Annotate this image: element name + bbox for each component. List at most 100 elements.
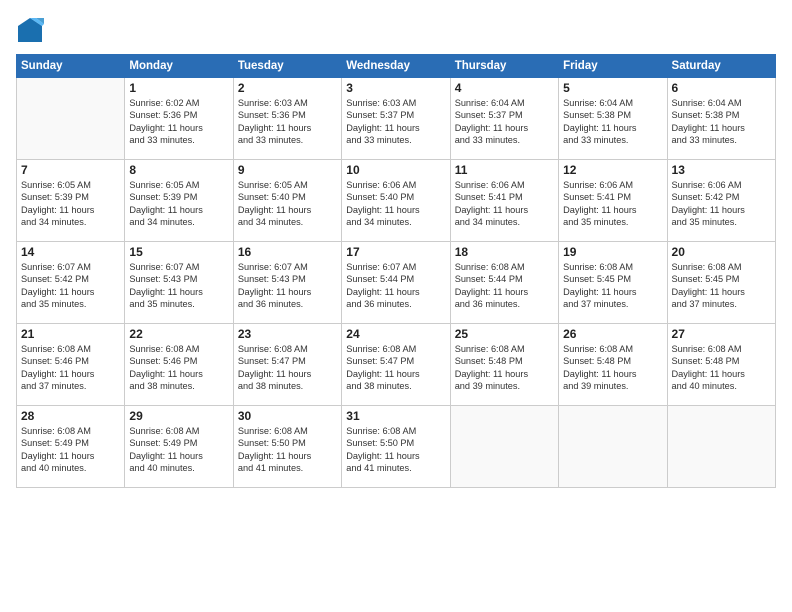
day-cell: 23Sunrise: 6:08 AMSunset: 5:47 PMDayligh… bbox=[233, 324, 341, 406]
cell-info-line: Sunrise: 6:08 AM bbox=[346, 425, 445, 437]
cell-info-line: Sunrise: 6:08 AM bbox=[129, 425, 228, 437]
day-number: 17 bbox=[346, 245, 445, 259]
cell-info-line: Sunrise: 6:08 AM bbox=[672, 261, 771, 273]
cell-info-line: Daylight: 11 hours bbox=[21, 368, 120, 380]
cell-info-line: Sunrise: 6:06 AM bbox=[455, 179, 554, 191]
cell-info-line: Daylight: 11 hours bbox=[455, 122, 554, 134]
day-cell: 26Sunrise: 6:08 AMSunset: 5:48 PMDayligh… bbox=[559, 324, 667, 406]
cell-info-line: Sunset: 5:43 PM bbox=[129, 273, 228, 285]
cell-info-line: Sunrise: 6:04 AM bbox=[672, 97, 771, 109]
day-number: 2 bbox=[238, 81, 337, 95]
day-number: 18 bbox=[455, 245, 554, 259]
cell-info-line: Daylight: 11 hours bbox=[21, 286, 120, 298]
cell-info-line: Sunrise: 6:05 AM bbox=[21, 179, 120, 191]
day-number: 9 bbox=[238, 163, 337, 177]
cell-info-line: and 38 minutes. bbox=[129, 380, 228, 392]
day-number: 27 bbox=[672, 327, 771, 341]
cell-info-line: Daylight: 11 hours bbox=[238, 122, 337, 134]
cell-info-line: Sunset: 5:36 PM bbox=[238, 109, 337, 121]
cell-info-line: Daylight: 11 hours bbox=[455, 204, 554, 216]
cell-info-line: Sunset: 5:41 PM bbox=[455, 191, 554, 203]
cell-info-line: Sunset: 5:43 PM bbox=[238, 273, 337, 285]
cell-info-line: Daylight: 11 hours bbox=[672, 204, 771, 216]
cell-info-line: Sunrise: 6:08 AM bbox=[238, 425, 337, 437]
day-number: 24 bbox=[346, 327, 445, 341]
day-cell: 21Sunrise: 6:08 AMSunset: 5:46 PMDayligh… bbox=[17, 324, 125, 406]
day-cell: 1Sunrise: 6:02 AMSunset: 5:36 PMDaylight… bbox=[125, 78, 233, 160]
cell-info-line: Sunrise: 6:08 AM bbox=[21, 343, 120, 355]
day-cell: 13Sunrise: 6:06 AMSunset: 5:42 PMDayligh… bbox=[667, 160, 775, 242]
weekday-header-thursday: Thursday bbox=[450, 55, 558, 78]
cell-info-line: Daylight: 11 hours bbox=[455, 286, 554, 298]
day-cell bbox=[17, 78, 125, 160]
week-row-5: 28Sunrise: 6:08 AMSunset: 5:49 PMDayligh… bbox=[17, 406, 776, 488]
calendar: SundayMondayTuesdayWednesdayThursdayFrid… bbox=[16, 54, 776, 488]
day-cell bbox=[667, 406, 775, 488]
weekday-header-row: SundayMondayTuesdayWednesdayThursdayFrid… bbox=[17, 55, 776, 78]
day-number: 14 bbox=[21, 245, 120, 259]
day-number: 13 bbox=[672, 163, 771, 177]
cell-info-line: Sunset: 5:44 PM bbox=[346, 273, 445, 285]
cell-info-line: Daylight: 11 hours bbox=[563, 286, 662, 298]
logo bbox=[16, 16, 48, 44]
day-number: 11 bbox=[455, 163, 554, 177]
cell-info-line: and 34 minutes. bbox=[129, 216, 228, 228]
cell-info-line: and 36 minutes. bbox=[346, 298, 445, 310]
cell-info-line: Sunset: 5:49 PM bbox=[21, 437, 120, 449]
cell-info-line: Sunrise: 6:08 AM bbox=[129, 343, 228, 355]
cell-info-line: and 39 minutes. bbox=[455, 380, 554, 392]
day-number: 21 bbox=[21, 327, 120, 341]
cell-info-line: Daylight: 11 hours bbox=[238, 204, 337, 216]
cell-info-line: Daylight: 11 hours bbox=[563, 204, 662, 216]
cell-info-line: and 36 minutes. bbox=[238, 298, 337, 310]
cell-info-line: and 33 minutes. bbox=[563, 134, 662, 146]
cell-info-line: Sunrise: 6:07 AM bbox=[238, 261, 337, 273]
weekday-header-saturday: Saturday bbox=[667, 55, 775, 78]
week-row-1: 1Sunrise: 6:02 AMSunset: 5:36 PMDaylight… bbox=[17, 78, 776, 160]
cell-info-line: and 37 minutes. bbox=[672, 298, 771, 310]
cell-info-line: Sunrise: 6:03 AM bbox=[238, 97, 337, 109]
cell-info-line: Daylight: 11 hours bbox=[21, 450, 120, 462]
day-number: 30 bbox=[238, 409, 337, 423]
day-number: 6 bbox=[672, 81, 771, 95]
cell-info-line: and 38 minutes. bbox=[238, 380, 337, 392]
logo-icon bbox=[16, 16, 44, 44]
cell-info-line: and 33 minutes. bbox=[455, 134, 554, 146]
day-cell: 28Sunrise: 6:08 AMSunset: 5:49 PMDayligh… bbox=[17, 406, 125, 488]
day-number: 19 bbox=[563, 245, 662, 259]
cell-info-line: Sunrise: 6:07 AM bbox=[21, 261, 120, 273]
cell-info-line: Sunset: 5:38 PM bbox=[563, 109, 662, 121]
day-cell: 7Sunrise: 6:05 AMSunset: 5:39 PMDaylight… bbox=[17, 160, 125, 242]
cell-info-line: and 37 minutes. bbox=[563, 298, 662, 310]
cell-info-line: and 35 minutes. bbox=[21, 298, 120, 310]
day-cell: 5Sunrise: 6:04 AMSunset: 5:38 PMDaylight… bbox=[559, 78, 667, 160]
cell-info-line: Daylight: 11 hours bbox=[129, 450, 228, 462]
cell-info-line: and 36 minutes. bbox=[455, 298, 554, 310]
cell-info-line: and 37 minutes. bbox=[21, 380, 120, 392]
cell-info-line: Sunrise: 6:07 AM bbox=[129, 261, 228, 273]
day-cell: 25Sunrise: 6:08 AMSunset: 5:48 PMDayligh… bbox=[450, 324, 558, 406]
weekday-header-tuesday: Tuesday bbox=[233, 55, 341, 78]
cell-info-line: and 35 minutes. bbox=[129, 298, 228, 310]
cell-info-line: Daylight: 11 hours bbox=[563, 122, 662, 134]
day-cell: 15Sunrise: 6:07 AMSunset: 5:43 PMDayligh… bbox=[125, 242, 233, 324]
cell-info-line: Sunset: 5:45 PM bbox=[563, 273, 662, 285]
cell-info-line: Sunrise: 6:08 AM bbox=[238, 343, 337, 355]
cell-info-line: and 33 minutes. bbox=[129, 134, 228, 146]
cell-info-line: and 40 minutes. bbox=[129, 462, 228, 474]
cell-info-line: Sunrise: 6:04 AM bbox=[563, 97, 662, 109]
week-row-4: 21Sunrise: 6:08 AMSunset: 5:46 PMDayligh… bbox=[17, 324, 776, 406]
cell-info-line: Sunrise: 6:08 AM bbox=[563, 261, 662, 273]
day-cell: 20Sunrise: 6:08 AMSunset: 5:45 PMDayligh… bbox=[667, 242, 775, 324]
cell-info-line: Sunrise: 6:04 AM bbox=[455, 97, 554, 109]
day-number: 20 bbox=[672, 245, 771, 259]
day-number: 4 bbox=[455, 81, 554, 95]
cell-info-line: Sunset: 5:39 PM bbox=[21, 191, 120, 203]
day-number: 16 bbox=[238, 245, 337, 259]
cell-info-line: Sunrise: 6:08 AM bbox=[563, 343, 662, 355]
cell-info-line: Sunrise: 6:06 AM bbox=[672, 179, 771, 191]
cell-info-line: Sunset: 5:47 PM bbox=[238, 355, 337, 367]
day-number: 26 bbox=[563, 327, 662, 341]
page-header bbox=[16, 16, 776, 44]
cell-info-line: Sunset: 5:49 PM bbox=[129, 437, 228, 449]
